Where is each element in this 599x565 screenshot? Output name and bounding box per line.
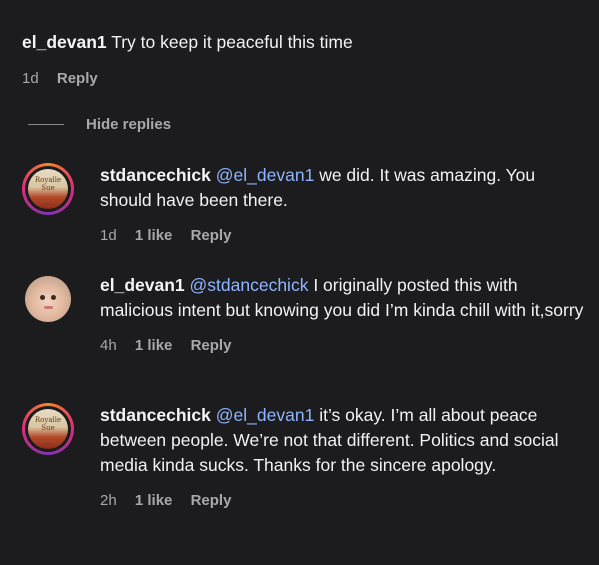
reply-button[interactable]: Reply: [191, 337, 232, 354]
comment-text: el_devan1 Try to keep it peaceful this t…: [22, 30, 589, 55]
story-ring: Royalle Sue: [22, 163, 74, 215]
comment-meta: 1d Reply: [22, 70, 589, 87]
reply-username[interactable]: stdancechick: [100, 405, 211, 425]
reply-mention[interactable]: @stdancechick: [190, 275, 309, 295]
reply-button[interactable]: Reply: [57, 70, 98, 87]
book-cover-avatar-image: Royalle Sue: [28, 409, 68, 449]
reply-text: stdancechick @el_devan1 we did. It was a…: [100, 163, 589, 213]
comment-body: Try to keep it peaceful this time: [111, 32, 353, 52]
avatar[interactable]: [22, 273, 78, 329]
reply-text: stdancechick @el_devan1 it’s okay. I’m a…: [100, 403, 589, 478]
divider-line: [28, 124, 64, 125]
comment-username[interactable]: el_devan1: [22, 32, 107, 52]
reply-time: 4h: [100, 337, 117, 354]
reply-text: el_devan1 @stdancechick I originally pos…: [100, 273, 589, 323]
reply-time: 1d: [100, 227, 117, 244]
reply-time: 2h: [100, 492, 117, 509]
hide-replies-label: Hide replies: [86, 116, 172, 133]
reply-button[interactable]: Reply: [191, 227, 232, 244]
reply-username[interactable]: el_devan1: [100, 275, 185, 295]
reply-meta: 1d 1 like Reply: [100, 227, 589, 244]
avatar[interactable]: Royalle Sue: [22, 403, 78, 459]
baby-photo-avatar-image: [25, 276, 71, 322]
comment-time: 1d: [22, 70, 39, 87]
reply-username[interactable]: stdancechick: [100, 165, 211, 185]
reply-item: Royalle Sue stdancechick @el_devan1 we di…: [22, 163, 589, 244]
story-ring: Royalle Sue: [22, 403, 74, 455]
likes-count[interactable]: 1 like: [135, 227, 173, 244]
book-cover-avatar-image: Royalle Sue: [28, 169, 68, 209]
reply-item: el_devan1 @stdancechick I originally pos…: [22, 273, 589, 354]
likes-count[interactable]: 1 like: [135, 492, 173, 509]
reply-mention[interactable]: @el_devan1: [216, 405, 315, 425]
reply-item: Royalle Sue stdancechick @el_devan1 it’s …: [22, 403, 589, 509]
avatar[interactable]: Royalle Sue: [22, 163, 78, 219]
likes-count[interactable]: 1 like: [135, 337, 173, 354]
hide-replies-button[interactable]: Hide replies: [28, 116, 171, 133]
top-comment: el_devan1 Try to keep it peaceful this t…: [22, 30, 589, 87]
reply-mention[interactable]: @el_devan1: [216, 165, 315, 185]
reply-meta: 4h 1 like Reply: [100, 337, 589, 354]
reply-meta: 2h 1 like Reply: [100, 492, 589, 509]
reply-button[interactable]: Reply: [191, 492, 232, 509]
